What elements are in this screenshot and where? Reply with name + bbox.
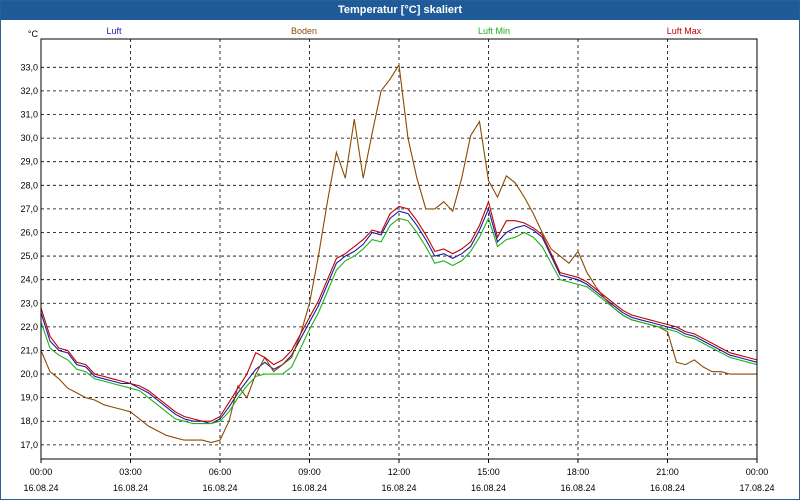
series-line-boden [40, 63, 757, 444]
y-tick-label: 24,0 [20, 275, 38, 285]
x-tick-time: 18:00 [567, 467, 590, 477]
y-tick-label: 19,0 [20, 393, 38, 403]
y-tick-label: 27,0 [20, 204, 38, 214]
y-axis-ticks: 17,0 18,0 19,0 20,0 21,0 22,0 23,0 24,0 25,0 26,0… [20, 29, 38, 450]
y-tick-label: 26,0 [20, 227, 38, 237]
x-tick-time: 00:00 [746, 467, 769, 477]
y-tick-label: 28,0 [20, 180, 38, 190]
legend: Luft Boden Luft Min Luft Max [106, 26, 701, 36]
x-axis-ticks: 00:00 16.08.24 03:00 16.08.24 06:00 16.08.24 0… [23, 467, 774, 493]
legend-entry-luft: Luft [106, 26, 122, 36]
x-tick-date: 16.08.24 [650, 483, 685, 493]
y-tick-label: 21,0 [20, 345, 38, 355]
x-tick-date: 16.08.24 [560, 483, 595, 493]
x-tick-time: 00:00 [30, 467, 53, 477]
y-tick-label: 18,0 [20, 416, 38, 426]
y-tick-label: 25,0 [20, 251, 38, 261]
x-tick-date: 16.08.24 [202, 483, 237, 493]
y-tick-label: 30,0 [20, 133, 38, 143]
grid [41, 39, 757, 459]
y-tick-label: 29,0 [20, 157, 38, 167]
temperature-chart: 17,0 18,0 19,0 20,0 21,0 22,0 23,0 24,0 25,0 26,0… [20, 26, 774, 493]
series-lines [40, 63, 758, 444]
y-tick-label: 22,0 [20, 322, 38, 332]
y-tick-label: 31,0 [20, 110, 38, 120]
x-tick-date: 16.08.24 [471, 483, 506, 493]
y-tick-label: 20,0 [20, 369, 38, 379]
x-tick-time: 21:00 [656, 467, 679, 477]
window-title: Temperatur [°C] skaliert [1, 1, 799, 20]
legend-entry-boden: Boden [291, 26, 317, 36]
y-tick-label: 17,0 [20, 440, 38, 450]
x-tick-date: 17.08.24 [739, 483, 774, 493]
x-tick-time: 12:00 [388, 467, 411, 477]
y-tick-label: 32,0 [20, 86, 38, 96]
x-tick-time: 09:00 [298, 467, 321, 477]
x-tick-date: 16.08.24 [381, 483, 416, 493]
x-tick-date: 16.08.24 [113, 483, 148, 493]
x-tick-time: 03:00 [119, 467, 142, 477]
x-tick-date: 16.08.24 [292, 483, 327, 493]
y-axis-label: °C [28, 29, 39, 39]
chart-window: Temperatur [°C] skaliert 17,0 18,0 19,0 20,… [0, 0, 800, 500]
x-tick-time: 15:00 [477, 467, 500, 477]
y-tick-label: 33,0 [20, 62, 38, 72]
x-tick-date: 16.08.24 [23, 483, 58, 493]
legend-entry-luft-min: Luft Min [478, 26, 510, 36]
y-tick-label: 23,0 [20, 298, 38, 308]
x-tick-time: 06:00 [209, 467, 232, 477]
legend-entry-luft-max: Luft Max [667, 26, 702, 36]
